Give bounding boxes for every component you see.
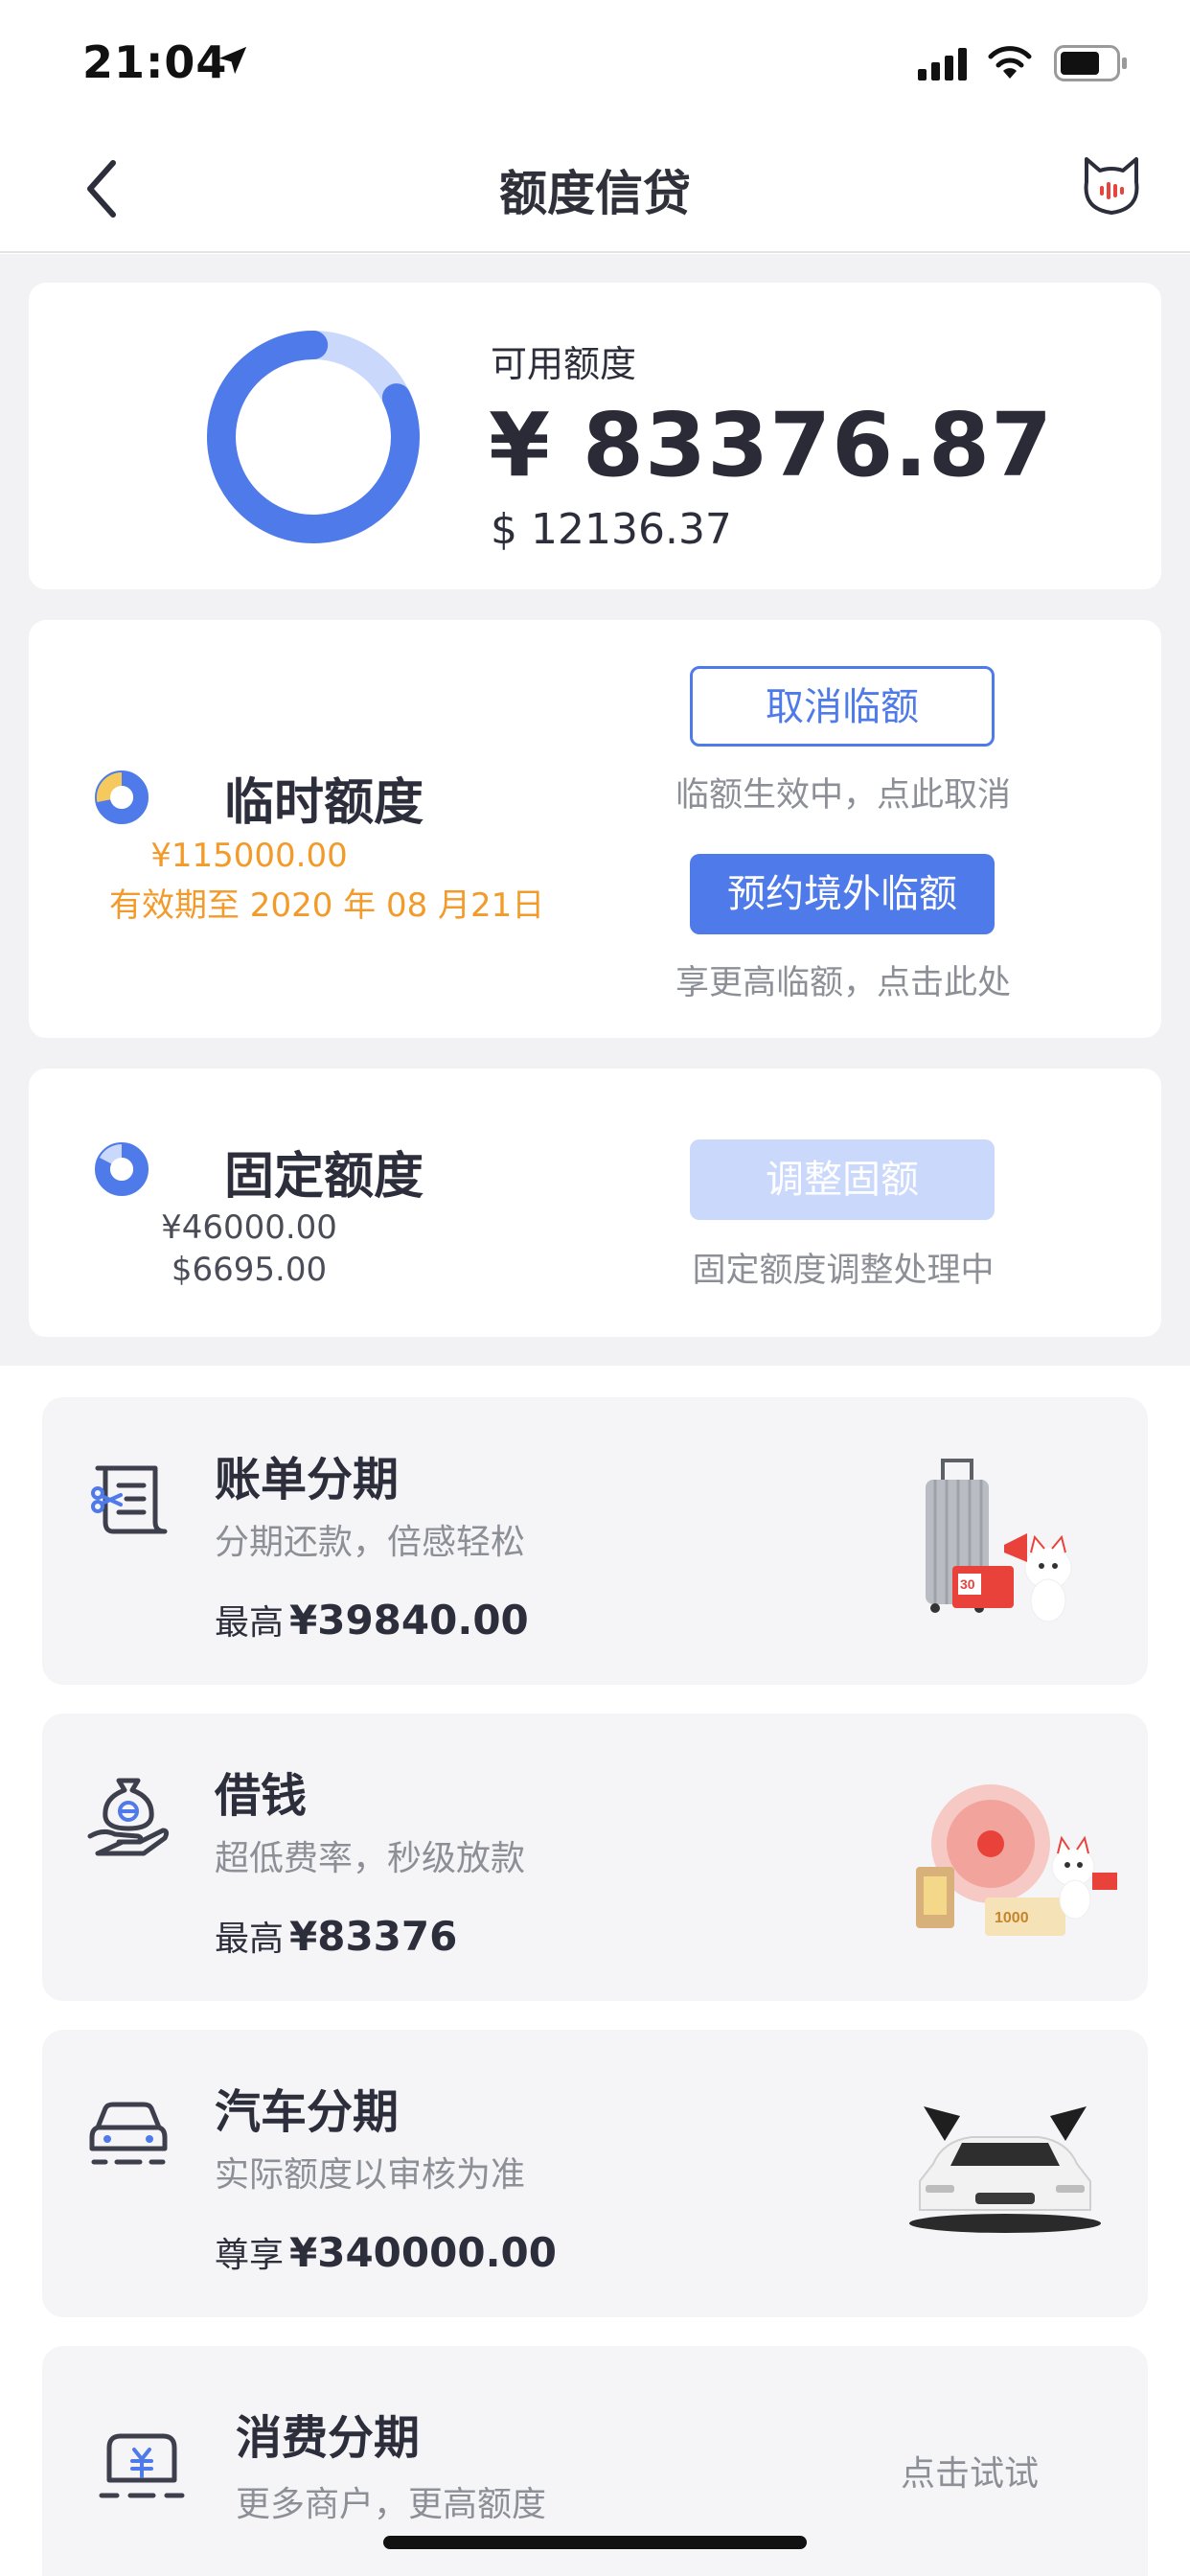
bill-installment-limit: 最高 ¥39840.00: [215, 1595, 529, 1644]
available-limit-usd: $ 12136.37: [491, 505, 732, 554]
borrow-money-limit-prefix: 最高: [215, 1920, 285, 1959]
loan-hand-icon: [87, 1778, 170, 1856]
money-wheel-illustration: 1000: [916, 1784, 1117, 1936]
car-installment-card[interactable]: 汽车分期 实际额度以审核为准 尊享 ¥340000.00: [42, 2030, 1148, 2317]
battery-icon: [1054, 45, 1127, 81]
fixed-limit-title: 固定额度: [224, 1148, 424, 1206]
temporary-limit-pie-icon: [95, 770, 149, 824]
luggage-illustration: 30: [926, 1459, 1072, 1622]
available-limit-cny: ¥ 83376.87: [489, 394, 1054, 496]
cash-badge: 1000: [995, 1910, 1029, 1926]
book-overseas-limit-hint: 享更高临额，点击此处: [675, 964, 1011, 1002]
adjust-fixed-limit-hint: 固定额度调整处理中: [692, 1252, 995, 1290]
cancel-temporary-limit-hint: 临额生效中，点此取消: [675, 776, 1011, 815]
available-limit-label: 可用额度: [491, 343, 637, 385]
car-installment-title: 汽车分期: [215, 2085, 400, 2139]
credit-limit-page: 21:04 额度信贷 可用额度 ¥ 83376.87 $ 12136.37 临时…: [0, 0, 1190, 2576]
status-bar: 21:04: [0, 0, 1190, 126]
bill-installment-limit-prefix: 最高: [215, 1603, 285, 1643]
page-title: 额度信贷: [499, 166, 691, 221]
car-installment-limit-value: ¥340000.00: [289, 2229, 557, 2276]
car-installment-limit-prefix: 尊享: [215, 2236, 285, 2275]
home-indicator: [383, 2536, 807, 2549]
car-installment-subtitle: 实际额度以审核为准: [215, 2155, 526, 2195]
borrow-money-title: 借钱: [215, 1769, 308, 1823]
temporary-limit-card: 临时额度 ¥115000.00 有效期至 2020 年 08 月21日 取消临额…: [29, 620, 1161, 1038]
temporary-limit-title: 临时额度: [224, 774, 424, 832]
borrow-money-card[interactable]: 借钱 超低费率，秒级放款 最高 ¥83376 1000: [42, 1714, 1148, 2001]
available-limit-card: 可用额度 ¥ 83376.87 $ 12136.37: [29, 283, 1161, 589]
navigation-bar: 额度信贷: [0, 126, 1190, 253]
car-illustration: [909, 2106, 1101, 2233]
limits-section: 可用额度 ¥ 83376.87 $ 12136.37 临时额度 ¥115000.…: [0, 254, 1190, 1366]
temporary-limit-expiry: 有效期至 2020 年 08 月21日: [109, 886, 545, 925]
cancel-temporary-limit-button[interactable]: 取消临额: [690, 666, 995, 747]
consumer-installment-title: 消费分期: [236, 2411, 421, 2465]
bill-installment-title: 账单分期: [215, 1453, 400, 1506]
bill-installment-card[interactable]: 账单分期 分期还款，倍感轻松 最高 ¥39840.00 30: [42, 1397, 1148, 1685]
fixed-limit-cny: ¥46000.00: [161, 1208, 337, 1247]
coupon-badge: 30: [960, 1576, 975, 1592]
location-arrow-icon: [218, 46, 247, 75]
temporary-limit-amount: ¥115000.00: [150, 837, 348, 875]
status-time: 21:04: [82, 36, 228, 88]
car-installment-limit: 尊享 ¥340000.00: [215, 2227, 557, 2277]
adjust-fixed-limit-button[interactable]: 调整固额: [690, 1139, 995, 1220]
try-it-link[interactable]: 点击试试: [901, 2446, 1039, 2496]
book-overseas-limit-button[interactable]: 预约境外临额: [690, 854, 995, 934]
bill-installment-limit-value: ¥39840.00: [289, 1597, 529, 1644]
wifi-icon: [988, 46, 1032, 79]
fixed-limit-pie-icon: [95, 1142, 149, 1196]
shopping-box-icon: [99, 2433, 185, 2498]
car-icon: [89, 2102, 168, 2165]
fixed-limit-usd: $6695.00: [171, 1251, 328, 1289]
bill-installment-icon: [91, 1465, 168, 1534]
bill-installment-subtitle: 分期还款，倍感轻松: [215, 1523, 526, 1562]
borrow-money-limit-value: ¥83376: [289, 1913, 458, 1960]
available-limit-ring: [207, 331, 420, 543]
borrow-money-limit: 最高 ¥83376: [215, 1911, 457, 1961]
cat-assistant-icon[interactable]: [1079, 153, 1144, 218]
borrow-money-subtitle: 超低费率，秒级放款: [215, 1839, 526, 1878]
consumer-installment-subtitle: 更多商户，更高额度: [236, 2485, 547, 2524]
signal-icon: [918, 48, 967, 80]
fixed-limit-card: 固定额度 ¥46000.00 $6695.00 调整固额 固定额度调整处理中: [29, 1069, 1161, 1337]
